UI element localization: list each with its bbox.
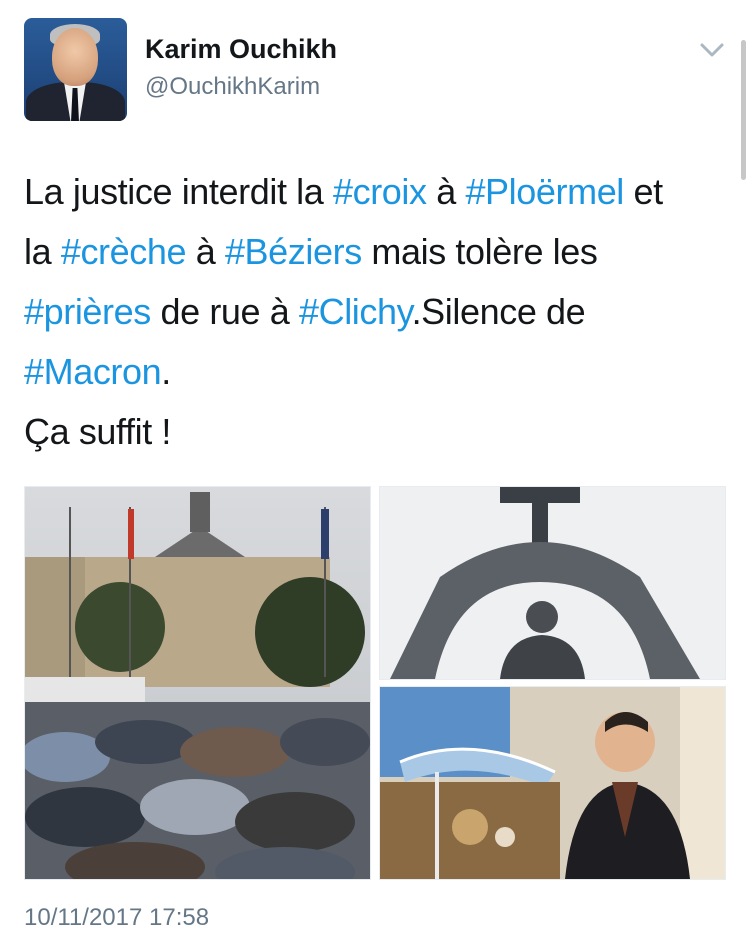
tweet-text-line: #prières de rue à #Clichy.Silence de bbox=[24, 282, 729, 342]
tweet-text-segment: La justice interdit la bbox=[24, 171, 333, 212]
tweet-text-line: Ça suffit ! bbox=[24, 402, 729, 462]
media-grid bbox=[24, 486, 726, 880]
hashtag-link[interactable]: #crèche bbox=[61, 231, 187, 272]
hashtag-link[interactable]: #Clichy bbox=[299, 291, 412, 332]
tweet-header: Karim Ouchikh @OuchikhKarim bbox=[24, 18, 724, 122]
tweet-text-segment: Ça suffit ! bbox=[24, 411, 172, 452]
avatar[interactable] bbox=[24, 18, 127, 121]
tweet-text-line: la #crèche à #Béziers mais tolère les bbox=[24, 222, 729, 282]
tweet-text-line: La justice interdit la #croix à #Ploërme… bbox=[24, 162, 729, 222]
tweet-text-segment: la bbox=[24, 231, 61, 272]
author-handle[interactable]: @OuchikhKarim bbox=[145, 73, 320, 101]
tweet-text-segment: mais tolère les bbox=[361, 231, 598, 272]
chevron-down-icon[interactable] bbox=[698, 40, 726, 60]
tweet-text-segment: à bbox=[186, 231, 225, 272]
tweet-text-segment: .Silence de bbox=[411, 291, 586, 332]
scrollbar[interactable] bbox=[741, 40, 746, 180]
author-name[interactable]: Karim Ouchikh bbox=[145, 34, 337, 65]
tweet-text-segment: de rue à bbox=[150, 291, 299, 332]
hashtag-link[interactable]: #Béziers bbox=[225, 231, 362, 272]
tweet-text-line: #Macron. bbox=[24, 342, 729, 402]
tweet-text-segment: à bbox=[426, 171, 466, 212]
tweet-text-segment: et bbox=[623, 171, 664, 212]
street-prayers-image[interactable] bbox=[24, 486, 371, 880]
hashtag-link[interactable]: #croix bbox=[333, 171, 427, 212]
hashtag-link[interactable]: #Macron bbox=[24, 351, 162, 392]
hashtag-link[interactable]: #prières bbox=[24, 291, 151, 332]
tweet-text: La justice interdit la #croix à #Ploërme… bbox=[24, 162, 729, 462]
ploermel-cross-image[interactable] bbox=[379, 486, 726, 680]
tweet-text-segment: . bbox=[161, 351, 171, 392]
beziers-nativity-image[interactable] bbox=[379, 686, 726, 880]
tweet-timestamp[interactable]: 10/11/2017 17:58 bbox=[24, 904, 209, 932]
hashtag-link[interactable]: #Ploërmel bbox=[465, 171, 624, 212]
